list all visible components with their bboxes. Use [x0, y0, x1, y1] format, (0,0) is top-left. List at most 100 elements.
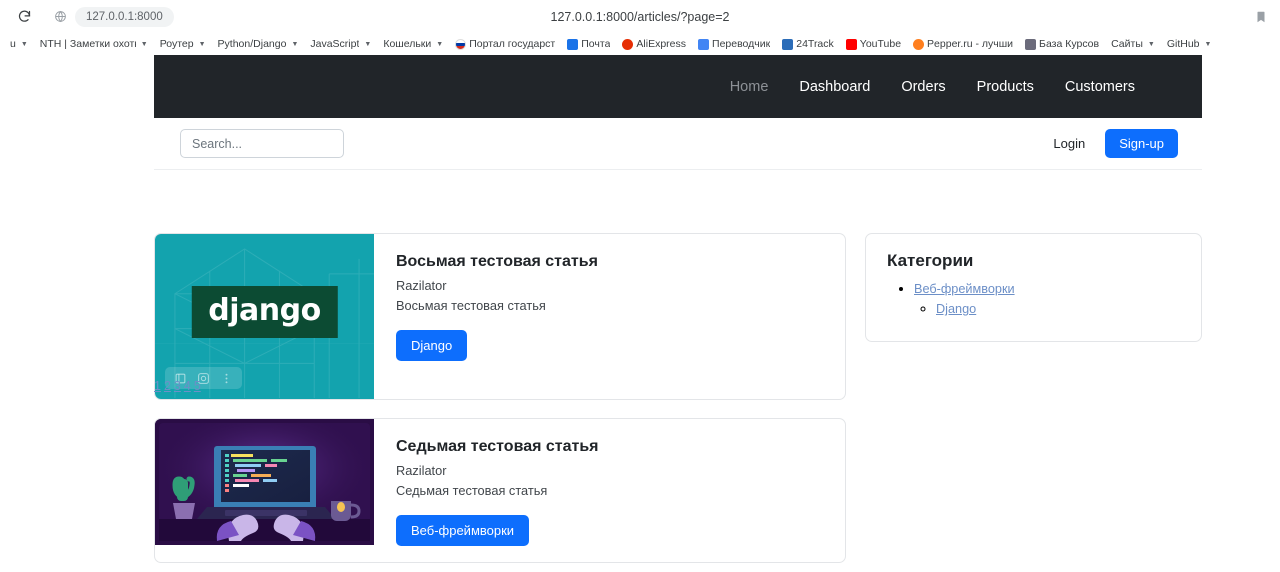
- bookmark-label: База Курсов: [1039, 38, 1100, 50]
- article-text: Седьмая тестовая статья: [396, 483, 548, 498]
- article-author: Razilator: [396, 463, 447, 478]
- bookmark-item[interactable]: AliExpress: [616, 37, 692, 51]
- page-viewport: Home Dashboard Orders Products Customers Log…: [0, 55, 1280, 572]
- bookmark-label: Почта: [581, 38, 611, 50]
- secondary-toolbar: Login Sign-up: [154, 118, 1202, 170]
- site-navbar: Home Dashboard Orders Products Customers: [154, 55, 1202, 118]
- bookmark-item[interactable]: Портал государст: [449, 37, 561, 51]
- subcategory-item: Django: [936, 300, 1180, 318]
- bookmark-label: JavaScript: [310, 38, 360, 50]
- article-thumbnail[interactable]: [155, 419, 374, 562]
- nav-link-dashboard[interactable]: Dashboard: [799, 79, 870, 95]
- bookmark-label: YouTube: [859, 38, 902, 50]
- bookmark-item[interactable]: Переводчик: [692, 37, 776, 51]
- nav-link-customers[interactable]: Customers: [1065, 79, 1135, 95]
- bookmark-item[interactable]: База Курсов: [1019, 37, 1105, 51]
- bookmark-favicon-icon: [622, 38, 634, 50]
- sidebar: Категории Веб-фреймворки Django: [865, 233, 1202, 572]
- pagination-link[interactable]: 5: [194, 379, 201, 393]
- article-text: Восьмая тестовая статья: [396, 298, 546, 313]
- chevron-down-icon[interactable]: ▼: [1148, 41, 1155, 48]
- reload-icon[interactable]: [11, 4, 37, 30]
- bookmark-label: Роутер: [159, 38, 194, 50]
- search-input[interactable]: [180, 129, 344, 158]
- bookmark-item[interactable]: Pepper.ru - лучши: [907, 37, 1019, 51]
- bookmark-favicon-icon: [913, 38, 925, 50]
- article-card[interactable]: Седьмая тестовая статья Razilator Седьма…: [154, 418, 846, 563]
- bookmark-favicon-icon: [845, 38, 857, 50]
- pagination: 12345: [154, 379, 201, 393]
- page-content: django Восьмая тестовая статья Razilator…: [154, 233, 1202, 572]
- chevron-down-icon[interactable]: ▼: [21, 41, 28, 48]
- globe-icon[interactable]: [49, 6, 71, 28]
- page-url: 127.0.0.1:8000/articles/?page=2: [550, 9, 730, 24]
- pagination-link[interactable]: 4: [184, 379, 191, 393]
- bookmark-item[interactable]: NTH | Заметки охотн ▼: [34, 37, 154, 51]
- article-category-button[interactable]: Django: [396, 330, 468, 361]
- bookmark-favicon-icon: [698, 38, 710, 50]
- bookmark-item[interactable]: YouTube: [840, 37, 907, 51]
- bookmark-label: Сайты: [1111, 38, 1143, 50]
- bookmark-icon[interactable]: [1254, 9, 1270, 25]
- article-body: Седьмая тестовая статья Razilator Седьма…: [374, 419, 845, 562]
- bookmark-item[interactable]: GitHub ▼: [1161, 37, 1218, 51]
- bookmark-item[interactable]: Кошельки ▼: [377, 37, 449, 51]
- login-button[interactable]: Login: [1042, 130, 1096, 157]
- auth-buttons: Login Sign-up: [1042, 129, 1178, 158]
- categories-panel: Категории Веб-фреймворки Django: [865, 233, 1202, 342]
- article-thumbnail[interactable]: django: [155, 234, 374, 399]
- chevron-down-icon[interactable]: ▼: [436, 41, 443, 48]
- categories-title: Категории: [887, 251, 974, 270]
- bookmark-label: NTH | Заметки охотн: [39, 38, 136, 50]
- bookmark-label: AliExpress: [636, 38, 687, 50]
- chevron-down-icon[interactable]: ▼: [141, 41, 148, 48]
- omnibox-text: 127.0.0.1:8000: [86, 10, 163, 23]
- django-wordmark: django: [191, 285, 338, 338]
- chevron-down-icon[interactable]: ▼: [1205, 41, 1212, 48]
- pagination-link[interactable]: 1: [154, 379, 161, 393]
- browser-chrome: 127.0.0.1:8000 127.0.0.1:8000/articles/?…: [0, 0, 1280, 55]
- coding-illustration-image: [155, 419, 374, 545]
- category-item: Веб-фреймворки Django: [914, 280, 1180, 318]
- pagination-link[interactable]: 3: [174, 379, 181, 393]
- category-link[interactable]: Веб-фреймворки: [914, 282, 1015, 296]
- article-title: Восьмая тестовая статья: [396, 253, 598, 270]
- pagination-link[interactable]: 2: [164, 379, 171, 393]
- bookmark-label: Pepper.ru - лучши: [927, 38, 1014, 50]
- bookmark-item[interactable]: Роутер ▼: [154, 37, 212, 51]
- nav-link-home[interactable]: Home: [730, 79, 769, 95]
- django-wordmark-text: django: [208, 292, 321, 328]
- article-title: Седьмая тестовая статья: [396, 438, 599, 455]
- omnibox-address[interactable]: 127.0.0.1:8000: [75, 6, 174, 27]
- bookmark-label: GitHub: [1166, 38, 1200, 50]
- bookmark-favicon-icon: [1025, 38, 1037, 50]
- bookmark-label: 24Track: [796, 38, 834, 50]
- bookmark-item[interactable]: 24Track: [776, 37, 840, 51]
- article-author: Razilator: [396, 278, 447, 293]
- article-card[interactable]: django Восьмая тестовая статья Razilator…: [154, 233, 846, 400]
- navbar-links: Home Dashboard Orders Products Customers: [730, 79, 1135, 95]
- subcategory-list: Django: [914, 300, 1180, 318]
- bookmark-favicon-icon: [567, 38, 579, 50]
- bookmark-label: u: [10, 38, 16, 50]
- nav-link-orders[interactable]: Orders: [901, 79, 945, 95]
- django-logo-image: django: [155, 234, 374, 399]
- bookmark-label: Портал государст: [469, 38, 556, 50]
- bookmark-item[interactable]: Сайты ▼: [1105, 37, 1161, 51]
- bookmark-item[interactable]: u ▼: [4, 37, 34, 51]
- bookmark-label: Кошельки: [383, 38, 432, 50]
- subcategory-link[interactable]: Django: [936, 302, 976, 316]
- chevron-down-icon[interactable]: ▼: [199, 41, 206, 48]
- nav-link-products[interactable]: Products: [977, 79, 1034, 95]
- chevron-down-icon[interactable]: ▼: [291, 41, 298, 48]
- signup-button[interactable]: Sign-up: [1105, 129, 1178, 158]
- bookmark-item[interactable]: JavaScript ▼: [304, 37, 377, 51]
- articles-list: django Восьмая тестовая статья Razilator…: [154, 233, 846, 572]
- chevron-down-icon[interactable]: ▼: [364, 41, 371, 48]
- more-options-icon[interactable]: [220, 372, 233, 385]
- bookmark-item[interactable]: Python/Django ▼: [212, 37, 305, 51]
- bookmark-item[interactable]: Почта: [561, 37, 616, 51]
- bookmark-favicon-icon: [782, 38, 794, 50]
- browser-toolbar: 127.0.0.1:8000 127.0.0.1:8000/articles/?…: [0, 0, 1280, 33]
- article-category-button[interactable]: Веб-фреймворки: [396, 515, 530, 546]
